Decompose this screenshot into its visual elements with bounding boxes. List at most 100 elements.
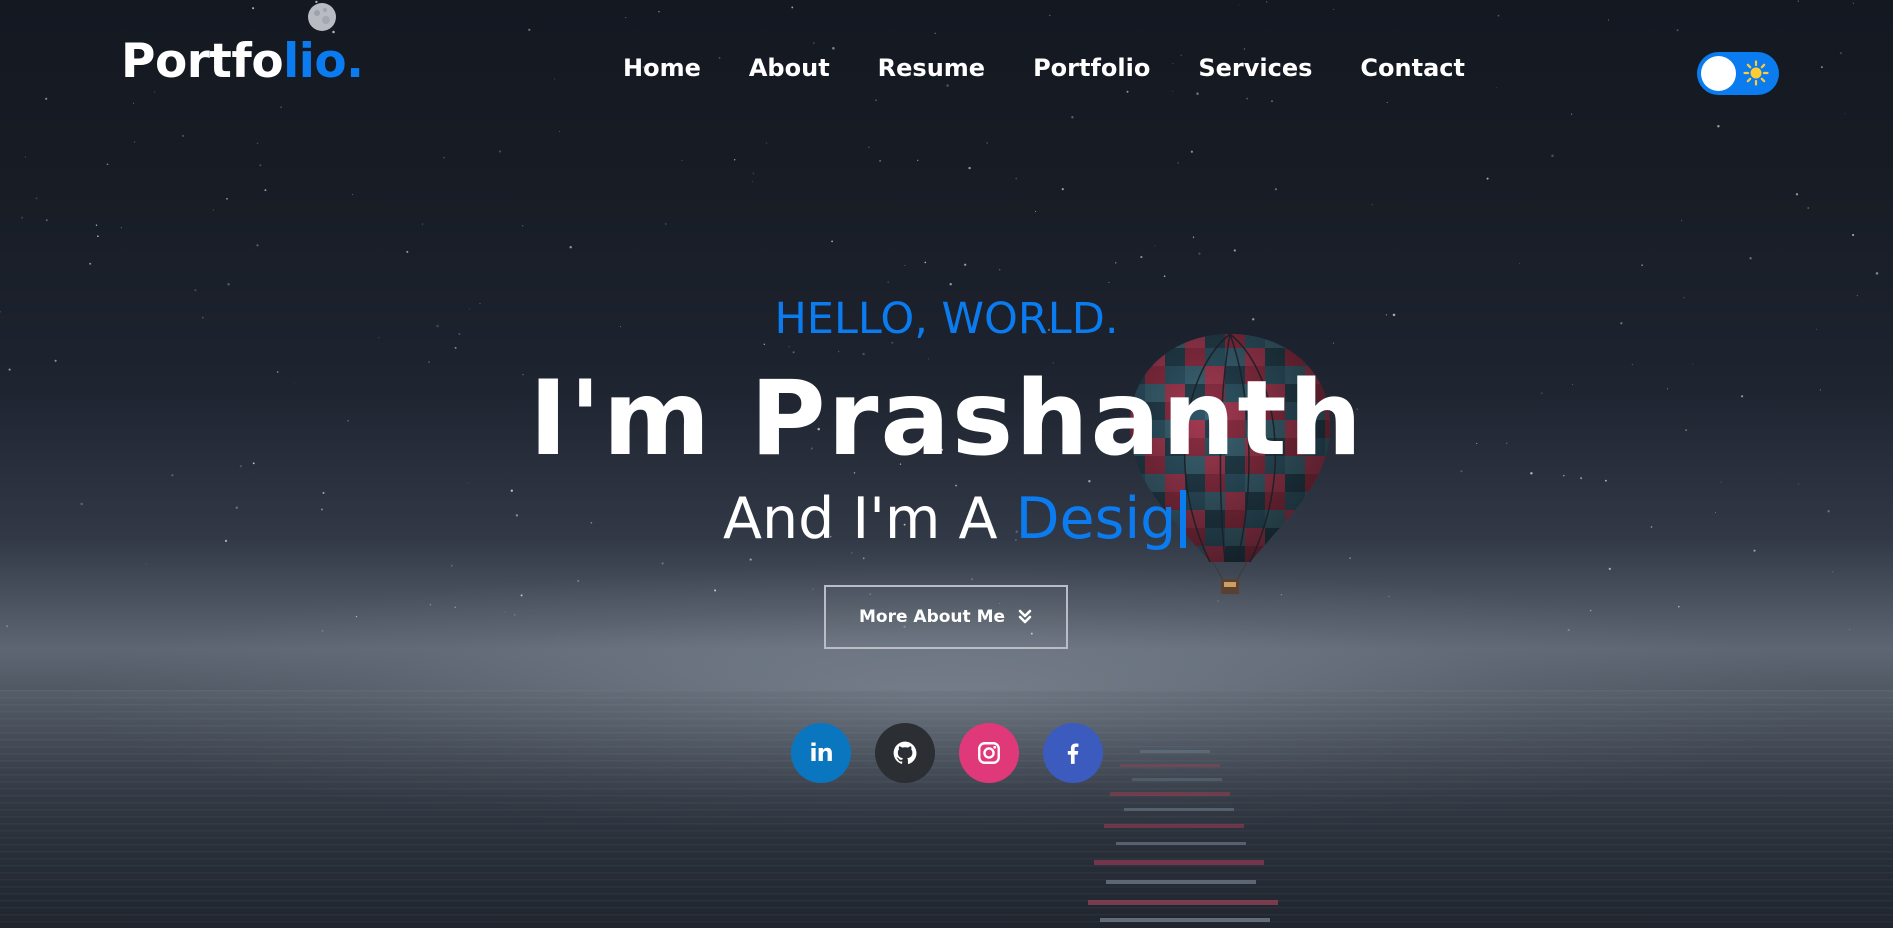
star <box>1856 295 1858 297</box>
star <box>559 131 560 132</box>
balloon-panel <box>1265 564 1285 582</box>
star <box>788 346 790 348</box>
site-logo[interactable]: Portfolio. <box>121 38 364 85</box>
hero-role-line: And I'm A Desig <box>723 490 1187 548</box>
star <box>1852 2 1854 4</box>
star <box>1015 177 1017 180</box>
star <box>235 506 239 509</box>
star <box>264 189 267 192</box>
star <box>554 78 556 80</box>
star <box>1246 97 1249 100</box>
star <box>6 625 9 628</box>
star <box>1333 8 1335 10</box>
star <box>792 351 795 354</box>
star <box>1827 509 1830 513</box>
star <box>1518 263 1520 265</box>
instagram-icon <box>978 742 1000 764</box>
balloon-panel <box>1285 564 1305 582</box>
moon-icon <box>308 3 336 31</box>
github-link[interactable] <box>875 723 935 783</box>
nav-link-about[interactable]: About <box>749 56 830 80</box>
star <box>454 346 457 349</box>
star <box>194 289 197 292</box>
more-about-me-label: More About Me <box>858 607 1006 627</box>
hero-name-heading: I'm Prashanth <box>529 359 1364 479</box>
main-nav: Home About Resume Portfolio Services Con… <box>623 56 1465 80</box>
star <box>1177 162 1179 164</box>
more-about-me-button[interactable]: More About Me <box>824 585 1068 649</box>
star <box>20 216 24 219</box>
balloon-panel <box>1265 546 1285 562</box>
star <box>510 489 513 492</box>
star <box>1115 262 1117 264</box>
star <box>887 281 889 283</box>
sun-icon <box>1743 60 1769 86</box>
star <box>429 603 432 606</box>
star <box>1140 256 1143 259</box>
star <box>1715 512 1717 513</box>
star <box>134 141 136 143</box>
star <box>406 250 409 253</box>
star <box>24 156 26 158</box>
nav-link-portfolio[interactable]: Portfolio <box>1033 56 1150 80</box>
github-icon <box>893 741 917 764</box>
star <box>515 514 519 517</box>
star <box>1190 150 1193 153</box>
star <box>875 99 877 102</box>
star <box>1271 100 1273 102</box>
facebook-link[interactable] <box>1043 723 1103 783</box>
star <box>450 564 453 567</box>
star <box>946 84 949 87</box>
instagram-link[interactable] <box>959 723 1019 783</box>
star <box>1349 557 1351 559</box>
star <box>1495 86 1498 89</box>
star <box>791 6 794 9</box>
star <box>80 502 83 506</box>
star <box>1266 1 1268 3</box>
star <box>734 159 736 161</box>
star <box>1154 245 1156 247</box>
star <box>1497 14 1500 17</box>
star <box>355 615 358 618</box>
balloon-panel <box>1305 510 1325 528</box>
star <box>1530 472 1533 475</box>
balloon-panel <box>1305 564 1325 582</box>
star <box>212 209 214 211</box>
star <box>454 606 456 608</box>
star <box>934 32 936 34</box>
star <box>1126 90 1129 93</box>
star <box>765 142 768 144</box>
star <box>171 474 174 477</box>
star <box>1717 124 1720 128</box>
star <box>850 552 853 554</box>
star <box>252 7 255 10</box>
star <box>227 283 230 286</box>
theme-toggle-switch[interactable] <box>1697 52 1779 95</box>
star <box>1631 363 1634 366</box>
star <box>226 198 228 200</box>
nav-link-contact[interactable]: Contact <box>1360 56 1465 80</box>
star <box>813 42 815 44</box>
balloon-panel <box>1165 564 1185 582</box>
star <box>1371 204 1373 206</box>
star <box>504 611 506 613</box>
star <box>1238 4 1240 6</box>
star <box>45 97 48 100</box>
star <box>556 638 558 640</box>
nav-link-services[interactable]: Services <box>1198 56 1312 80</box>
hero-section: Portfolio. Home About Resume Portfolio S… <box>0 0 1893 928</box>
star <box>145 563 147 565</box>
star <box>1388 595 1390 597</box>
star <box>986 142 988 144</box>
nav-link-home[interactable]: Home <box>623 56 701 80</box>
balloon-panel <box>1145 334 1165 348</box>
star <box>1720 481 1722 483</box>
linkedin-link[interactable]: in <box>791 723 851 783</box>
star <box>1753 549 1756 552</box>
star <box>1604 479 1607 482</box>
nav-link-resume[interactable]: Resume <box>878 56 985 80</box>
star <box>924 261 927 264</box>
star <box>1049 14 1051 17</box>
star <box>89 262 92 265</box>
balloon-panel <box>1325 510 1330 528</box>
